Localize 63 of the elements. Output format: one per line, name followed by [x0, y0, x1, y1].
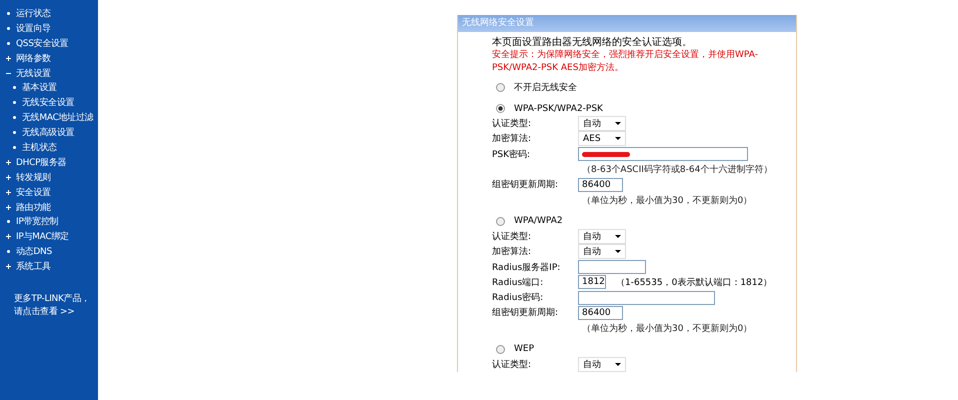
sidebar-item[interactable]: DHCP服务器: [16, 156, 66, 169]
sidebar-item[interactable]: 网络参数: [16, 52, 51, 65]
radio-option[interactable]: WPA/WPA2: [496, 214, 796, 229]
sidebar-item[interactable]: 设置向导: [16, 22, 51, 35]
sidebar-item[interactable]: 无线高级设置: [22, 126, 74, 140]
sidebar-item[interactable]: 系统工具: [16, 260, 51, 274]
sidebar-item[interactable]: 安全设置: [16, 186, 51, 199]
field-label: Radius服务器IP:: [492, 262, 562, 274]
sidebar-item[interactable]: 基本设置: [22, 81, 57, 94]
sidebar-item[interactable]: IP带宽控制: [16, 215, 58, 228]
hint-text: （1-65535，0表示默认端口：1812）: [616, 276, 772, 289]
radio-option[interactable]: WPA-PSK/WPA2-PSK: [496, 101, 796, 116]
bullet-icon: [13, 131, 16, 134]
sidebar-item[interactable]: 无线设置: [16, 66, 51, 80]
bullet-icon: [13, 101, 16, 104]
bullet-icon: [13, 86, 16, 90]
security-warning: 安全提示：为保障网络安全，强烈推荐开启安全设置，并使用WPA-PSK/WPA2-PSK AES加密方法。: [492, 49, 759, 74]
password-field[interactable]: [578, 290, 715, 305]
bullet-icon: [7, 12, 10, 15]
field-label: 认证类型:: [492, 230, 532, 243]
input-field[interactable]: 86400: [578, 178, 623, 192]
sidebar-item[interactable]: 动态DNS: [16, 245, 52, 258]
bullet-icon: [13, 116, 16, 120]
bullet-icon: [7, 42, 10, 45]
bullet-icon: [7, 220, 10, 224]
dropdown[interactable]: AES: [578, 131, 626, 146]
dropdown[interactable]: 自动: [578, 116, 626, 132]
sidebar-item[interactable]: 转发规则: [16, 170, 51, 184]
hint-text: （单位为秒，最小值为30，不更新则为0）: [582, 194, 752, 207]
field-label: 加密算法:: [492, 132, 532, 146]
field-label: 认证类型:: [492, 118, 532, 130]
sidebar-item[interactable]: QSS安全设置: [16, 36, 68, 50]
field-label: 组密钥更新周期:: [492, 178, 560, 192]
input-field[interactable]: 1812: [578, 275, 606, 290]
sidebar-item[interactable]: 无线安全设置: [22, 96, 74, 110]
field-label: Radius端口:: [492, 276, 544, 289]
field-label: 组密钥更新周期:: [492, 306, 560, 320]
sidebar-item[interactable]: 无线MAC地址过滤: [22, 111, 94, 124]
panel-title: 无线网络安全设置: [458, 15, 796, 32]
bullet-icon: [13, 146, 16, 149]
field-label: 加密算法:: [492, 246, 532, 258]
bullet-icon: [7, 26, 10, 30]
bullet-icon: [7, 250, 10, 254]
dropdown[interactable]: 自动: [578, 357, 626, 372]
sidebar-item[interactable]: 运行状态: [16, 6, 51, 20]
radio-option[interactable]: 不开启无线安全: [496, 80, 796, 95]
field-label: PSK密码:: [492, 148, 532, 161]
sidebar-item[interactable]: IP与MAC绑定: [16, 230, 69, 244]
radio-option[interactable]: WEP: [496, 342, 796, 357]
more-products-link[interactable]: 更多TP-LINK产品， 请点击查看 >>: [14, 293, 98, 320]
field-label: Radius密码:: [492, 292, 544, 304]
input-field[interactable]: [578, 260, 646, 274]
sidebar-item[interactable]: 路由功能: [16, 200, 51, 214]
password-field[interactable]: [578, 147, 748, 162]
field-label: 认证类型:: [492, 358, 532, 371]
hint-text: （单位为秒，最小值为30，不更新则为0）: [582, 322, 752, 335]
dropdown[interactable]: 自动: [578, 244, 626, 260]
intro-text: 本页面设置路由器无线网络的安全认证选项。: [492, 37, 693, 49]
hint-text: （8-63个ASCII码字符或8-64个十六进制字符）: [582, 164, 772, 176]
redaction-mark: [582, 152, 630, 157]
sidebar-item[interactable]: 主机状态: [22, 140, 57, 154]
dropdown[interactable]: 自动: [578, 228, 626, 244]
input-field[interactable]: 86400: [578, 306, 623, 320]
